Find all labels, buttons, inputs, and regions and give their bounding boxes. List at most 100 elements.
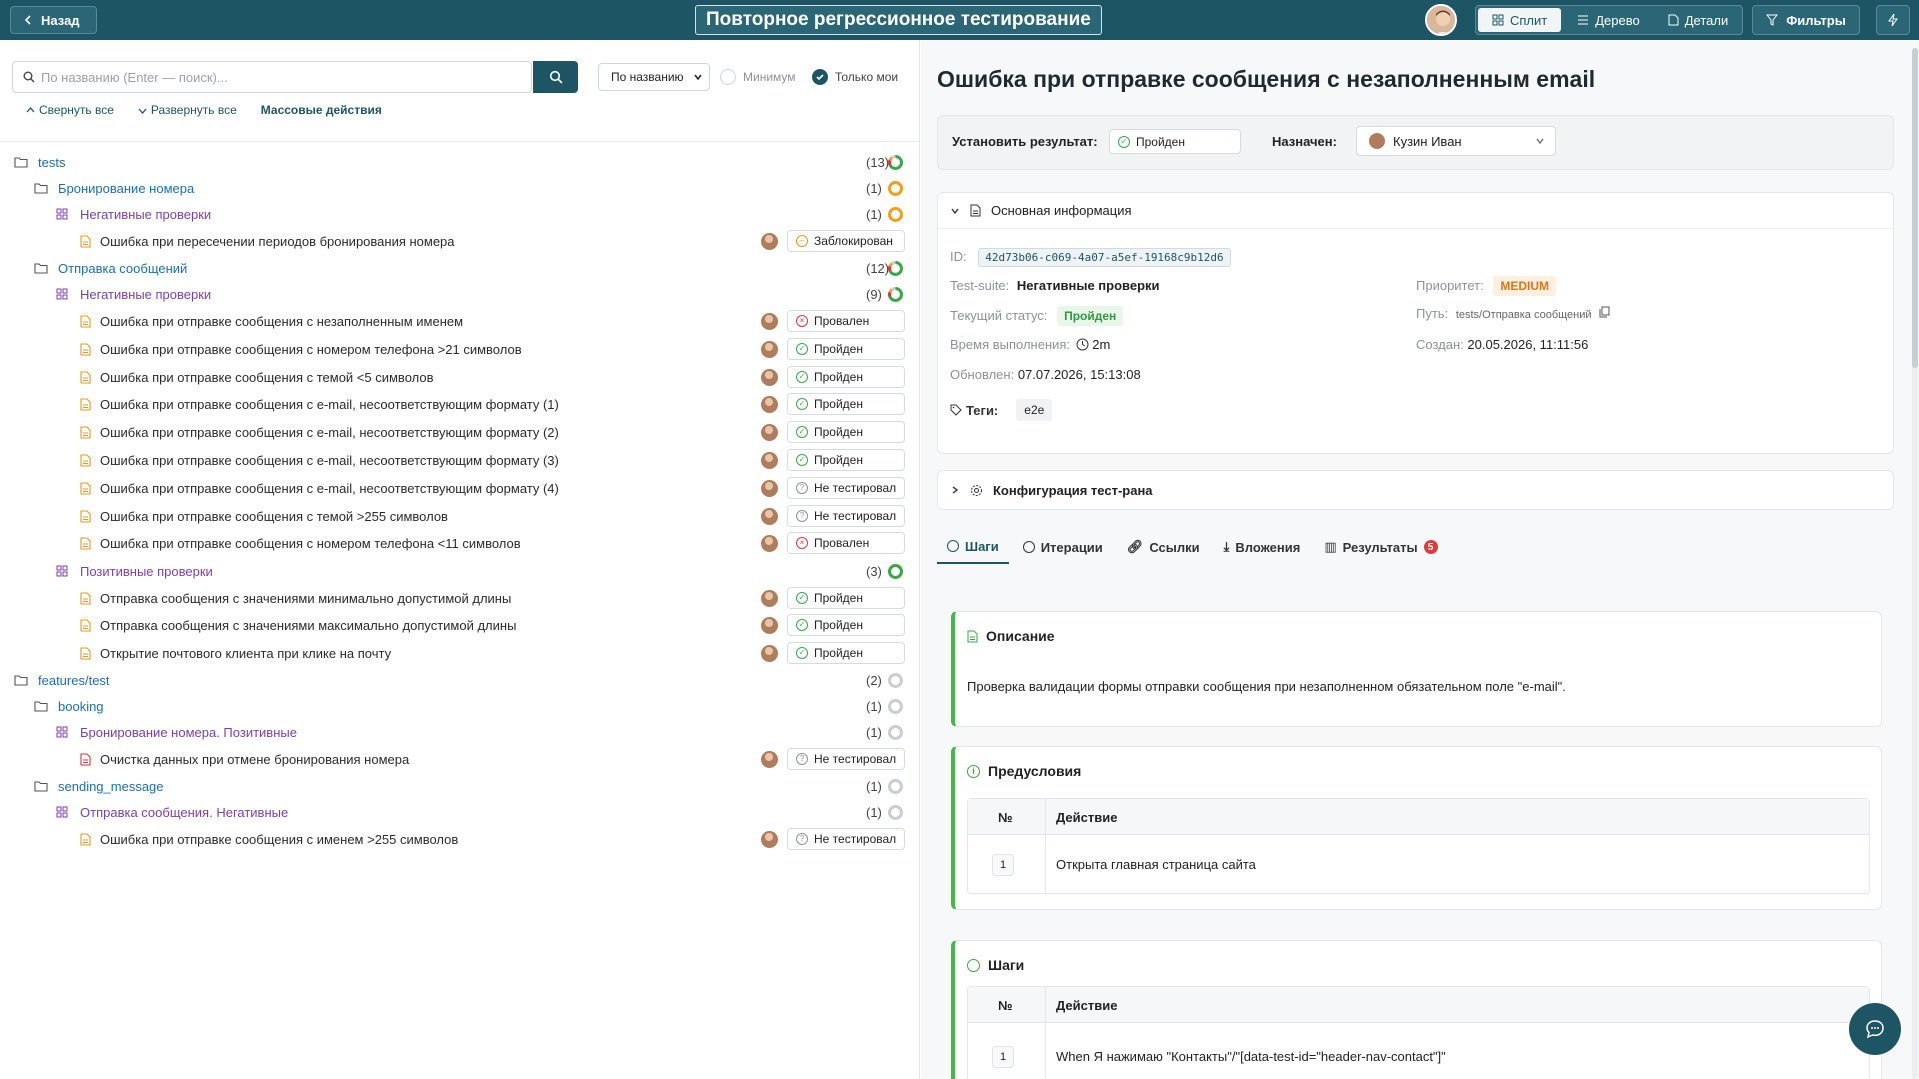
suite-row[interactable]: Отправка сообщения. Негативные (1) xyxy=(0,800,920,826)
copy-icon[interactable] xyxy=(1599,306,1610,318)
view-split[interactable]: Сплит xyxy=(1478,8,1562,32)
avatar xyxy=(761,831,778,848)
test-case-label[interactable]: Ошибка при отправке сообщения с незаполн… xyxy=(100,314,463,329)
test-case-label[interactable]: Ошибка при отправке сообщения с e-mail, … xyxy=(100,397,559,412)
folder-row[interactable]: booking (1) xyxy=(0,694,920,720)
sort-select[interactable]: По названию xyxy=(598,63,710,91)
status-badge[interactable]: ✓ Пройден xyxy=(787,449,905,471)
test-case-row[interactable]: Ошибка при отправке сообщения с именем >… xyxy=(0,827,920,853)
test-case-label[interactable]: Открытие почтового клиента при клике на … xyxy=(100,646,391,661)
test-case-row[interactable]: Ошибка при пересечении периодов брониров… xyxy=(0,229,920,255)
test-case-label[interactable]: Отправка сообщения с значениями максимал… xyxy=(100,618,516,633)
test-case-label[interactable]: Ошибка при отправке сообщения с номером … xyxy=(100,536,521,551)
scrollbar-thumb[interactable] xyxy=(1912,48,1918,368)
filters-button[interactable]: Фильтры xyxy=(1752,5,1860,35)
status-badge[interactable]: ? Не тестировал xyxy=(787,505,905,527)
test-case-row[interactable]: Ошибка при отправке сообщения с темой >2… xyxy=(0,504,920,530)
status-badge[interactable]: ✓ Пройден xyxy=(787,642,905,664)
test-case-row[interactable]: Ошибка при отправке сообщения с номером … xyxy=(0,337,920,363)
search-input[interactable]: По названию (Enter — поиск)... xyxy=(12,61,532,93)
folder-label[interactable]: tests xyxy=(38,155,65,170)
folder-row[interactable]: tests (13) xyxy=(0,150,920,176)
quick-action-button[interactable] xyxy=(1876,5,1910,35)
suite-row[interactable]: Негативные проверки (1) xyxy=(0,202,920,228)
test-case-row[interactable]: Очистка данных при отмене бронирования н… xyxy=(0,747,920,773)
test-case-label[interactable]: Ошибка при отправке сообщения с темой <5… xyxy=(100,370,434,385)
view-details[interactable]: Детали xyxy=(1654,6,1742,34)
only-mine-checkbox[interactable]: Только мои xyxy=(812,69,898,85)
test-case-row[interactable]: Отправка сообщения с значениями минималь… xyxy=(0,586,920,612)
status-badge[interactable]: – Заблокирован xyxy=(787,230,905,252)
test-case-row[interactable]: Ошибка при отправке сообщения с незаполн… xyxy=(0,309,920,335)
main-info-header[interactable]: Основная информация xyxy=(938,193,1893,229)
suite-row[interactable]: Бронирование номера. Позитивные (1) xyxy=(0,720,920,746)
config-header[interactable]: Конфигурация тест-рана xyxy=(938,471,1893,509)
tab-steps[interactable]: Шаги xyxy=(937,530,1009,564)
test-case-label[interactable]: Ошибка при отправке сообщения с e-mail, … xyxy=(100,481,559,496)
suite-label[interactable]: Негативные проверки xyxy=(80,287,211,302)
test-case-label[interactable]: Очистка данных при отмене бронирования н… xyxy=(100,752,409,767)
suite-row[interactable]: Позитивные проверки (3) xyxy=(0,559,920,585)
test-case-row[interactable]: Ошибка при отправке сообщения с темой <5… xyxy=(0,365,920,391)
test-case-label[interactable]: Ошибка при отправке сообщения с темой >2… xyxy=(100,509,448,524)
progress-ring-icon xyxy=(888,673,903,688)
tab-attachments[interactable]: ⤓ Вложения xyxy=(1214,530,1311,564)
id-badge[interactable]: 42d73b06-c069-4a07-a5ef-19168c9b12d6 xyxy=(978,248,1231,267)
avatar[interactable] xyxy=(1425,4,1457,36)
folder-row[interactable]: Отправка сообщений (12) xyxy=(0,256,920,282)
tab-results[interactable]: ▥ Результаты 5 xyxy=(1314,530,1447,564)
test-case-label[interactable]: Ошибка при отправке сообщения с именем >… xyxy=(100,832,458,847)
collapse-all-link[interactable]: Свернуть все xyxy=(26,103,114,117)
test-case-label[interactable]: Отправка сообщения с значениями минималь… xyxy=(100,591,511,606)
step-number: 1 xyxy=(992,854,1014,876)
expand-all-link[interactable]: Развернуть все xyxy=(138,103,237,117)
test-case-row[interactable]: Ошибка при отправке сообщения с e-mail, … xyxy=(0,392,920,418)
test-case-row[interactable]: Ошибка при отправке сообщения с e-mail, … xyxy=(0,420,920,446)
folder-label[interactable]: booking xyxy=(58,699,104,714)
folder-label[interactable]: Отправка сообщений xyxy=(58,261,187,276)
status-badge[interactable]: ? Не тестировал xyxy=(787,748,905,770)
folder-label[interactable]: features/test xyxy=(38,673,110,688)
test-case-label[interactable]: Ошибка при отправке сообщения с номером … xyxy=(100,342,522,357)
folder-row[interactable]: Бронирование номера (1) xyxy=(0,176,920,202)
test-case-label[interactable]: Ошибка при отправке сообщения с e-mail, … xyxy=(100,453,559,468)
bulk-actions-link[interactable]: Массовые действия xyxy=(261,103,382,117)
view-tree[interactable]: Дерево xyxy=(1563,6,1653,34)
suite-label[interactable]: Позитивные проверки xyxy=(80,564,213,579)
result-select[interactable]: ✓ Пройден xyxy=(1109,129,1241,154)
status-badge[interactable]: ✓ Пройден xyxy=(787,366,905,388)
progress-ring-icon xyxy=(888,155,903,170)
suite-label[interactable]: Отправка сообщения. Негативные xyxy=(80,805,288,820)
folder-label[interactable]: sending_message xyxy=(58,779,164,794)
test-case-row[interactable]: Открытие почтового клиента при клике на … xyxy=(0,641,920,667)
search-button[interactable] xyxy=(533,61,578,93)
status-badge[interactable]: ? Не тестировал xyxy=(787,477,905,499)
test-case-row[interactable]: Отправка сообщения с значениями максимал… xyxy=(0,613,920,639)
status-badge[interactable]: ? Не тестировал xyxy=(787,828,905,850)
chat-button[interactable] xyxy=(1849,1003,1901,1055)
status-badge[interactable]: ✓ Пройден xyxy=(787,587,905,609)
status-badge[interactable]: × Провален xyxy=(787,310,905,332)
test-case-row[interactable]: Ошибка при отправке сообщения с e-mail, … xyxy=(0,448,920,474)
folder-row[interactable]: features/test (2) xyxy=(0,668,920,694)
folder-label[interactable]: Бронирование номера xyxy=(58,181,194,196)
status-badge[interactable]: ✓ Пройден xyxy=(787,338,905,360)
suite-row[interactable]: Негативные проверки (9) xyxy=(0,282,920,308)
back-button[interactable]: Назад xyxy=(10,6,97,34)
test-case-label[interactable]: Ошибка при пересечении периодов брониров… xyxy=(100,234,455,249)
status-badge[interactable]: × Провален xyxy=(787,532,905,554)
min-checkbox[interactable]: Минимум xyxy=(720,69,796,85)
status-badge[interactable]: ✓ Пройден xyxy=(787,393,905,415)
test-case-label[interactable]: Ошибка при отправке сообщения с e-mail, … xyxy=(100,425,559,440)
assignee-select[interactable]: Кузин Иван xyxy=(1356,126,1556,156)
status-badge[interactable]: ✓ Пройден xyxy=(787,614,905,636)
tab-iterations[interactable]: Итерации xyxy=(1013,530,1113,564)
count-label: (9) xyxy=(866,287,882,302)
tab-links[interactable]: 🔗︎ Ссылки xyxy=(1117,530,1210,564)
test-case-row[interactable]: Ошибка при отправке сообщения с e-mail, … xyxy=(0,476,920,502)
suite-label[interactable]: Бронирование номера. Позитивные xyxy=(80,725,297,740)
suite-label[interactable]: Негативные проверки xyxy=(80,207,211,222)
status-badge[interactable]: ✓ Пройден xyxy=(787,421,905,443)
test-case-row[interactable]: Ошибка при отправке сообщения с номером … xyxy=(0,531,920,557)
folder-row[interactable]: sending_message (1) xyxy=(0,774,920,800)
